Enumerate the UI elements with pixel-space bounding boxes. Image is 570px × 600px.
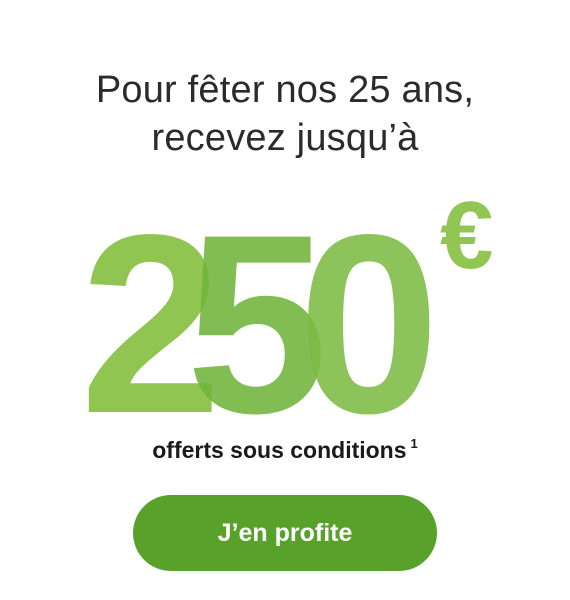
conditions-text: offerts sous conditions 1 [0, 433, 570, 471]
amount-digit-0: 0 [298, 190, 440, 430]
promo-amount: 2 5 0 € [0, 190, 570, 430]
headline-line-1: Pour fêter nos 25 ans, [95, 69, 475, 111]
currency-euro-sign: € [440, 190, 493, 289]
conditions-label: offerts sous conditions [152, 437, 407, 463]
headline-line-2: recevez jusqu’à [151, 117, 419, 159]
footnote-marker: 1 [410, 436, 418, 451]
cta-button[interactable]: J’en profite [133, 495, 437, 571]
amount-graphic: 2 5 0 € [80, 190, 493, 430]
promo-banner: Pour fêter nos 25 ans, recevez jusqu’à 2… [0, 0, 570, 600]
